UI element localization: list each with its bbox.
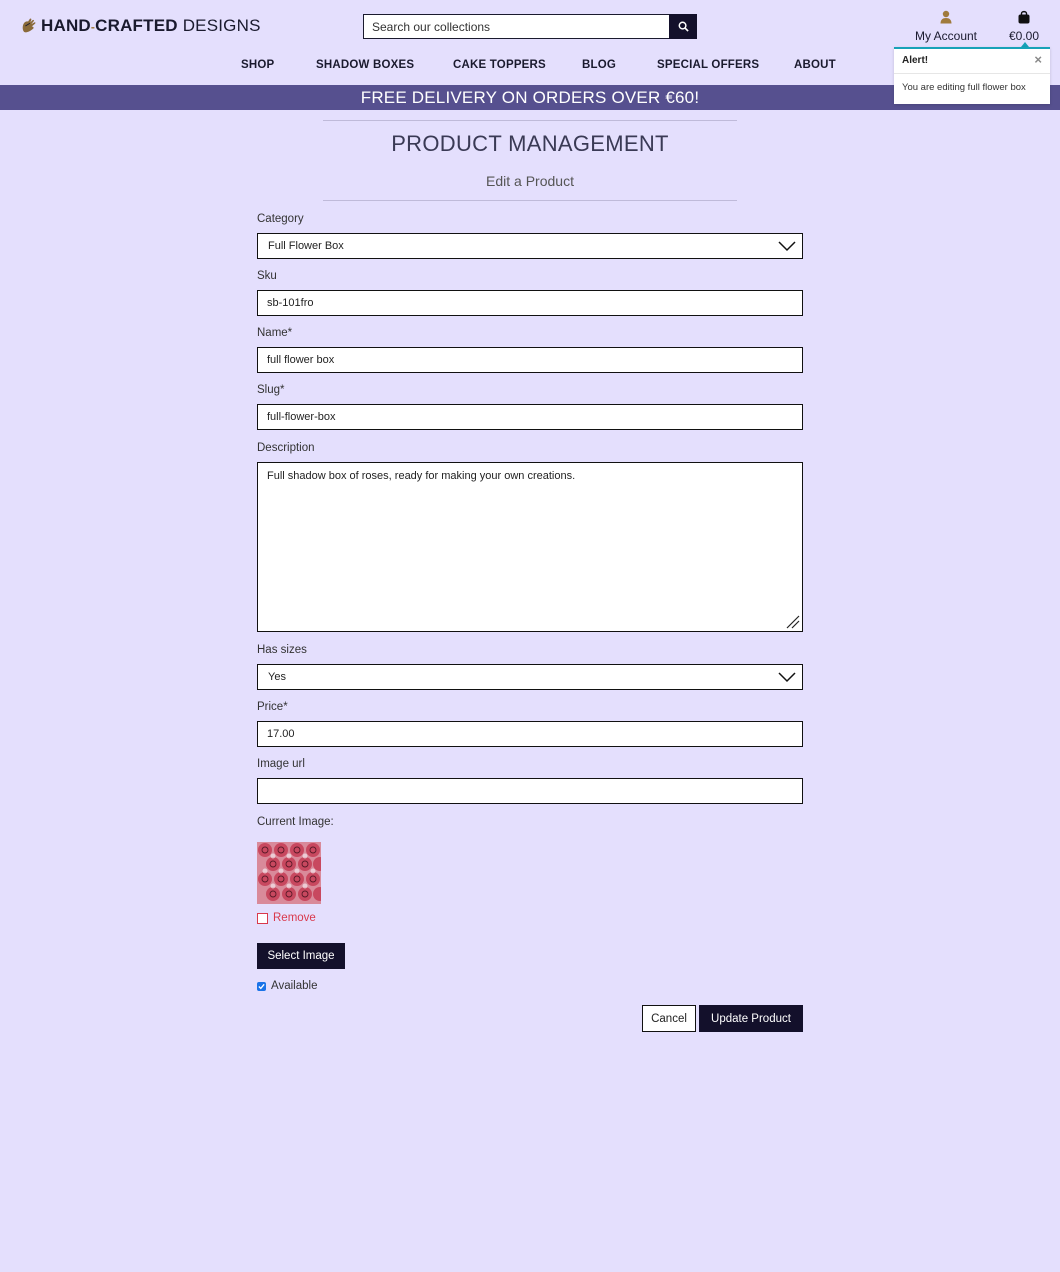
slug-input[interactable]: full-flower-box — [257, 404, 803, 430]
sku-label: Sku — [257, 270, 277, 282]
select-image-button[interactable]: Select Image — [257, 943, 345, 969]
search-button[interactable] — [669, 14, 697, 39]
category-value: Full Flower Box — [268, 240, 344, 252]
image-url-label: Image url — [257, 758, 305, 770]
shopping-bag-icon — [1018, 10, 1030, 24]
hand-logo-icon — [22, 18, 36, 33]
page-title: PRODUCT MANAGEMENT — [391, 131, 669, 156]
remove-label: Remove — [273, 912, 316, 924]
price-input[interactable]: 17.00 — [257, 721, 803, 747]
nav-cake-toppers[interactable]: CAKE TOPPERS — [453, 59, 546, 71]
close-icon[interactable]: × — [1034, 52, 1042, 67]
cart-link[interactable]: €0.00 — [1004, 10, 1044, 45]
checkmark-icon — [258, 983, 265, 989]
nav-about[interactable]: ABOUT — [794, 59, 836, 71]
current-image-label: Current Image: — [257, 816, 334, 828]
available-checkbox[interactable]: Available — [257, 980, 317, 992]
cart-total: €0.00 — [1008, 29, 1040, 43]
toast-header: Alert! × — [894, 49, 1050, 74]
available-checkbox-box[interactable] — [257, 981, 266, 991]
sku-input[interactable]: sb-101fro — [257, 290, 803, 316]
chevron-down-icon — [778, 672, 796, 683]
search-icon — [678, 21, 689, 32]
toast-title: Alert! — [902, 55, 929, 66]
has-sizes-label: Has sizes — [257, 644, 307, 656]
chevron-down-icon — [778, 241, 796, 252]
update-product-button[interactable]: Update Product — [699, 1005, 803, 1032]
brand-part-3: DESIGNS — [182, 16, 261, 35]
price-label: Price* — [257, 701, 288, 713]
has-sizes-select[interactable]: Yes — [257, 664, 803, 690]
nav-shop[interactable]: SHOP — [241, 59, 274, 71]
description-label: Description — [257, 442, 315, 454]
brand-part-1: HAND — [41, 16, 91, 35]
brand-part-2: CRAFTED — [95, 16, 178, 35]
category-select[interactable]: Full Flower Box — [257, 233, 803, 259]
image-url-input[interactable] — [257, 778, 803, 804]
has-sizes-value: Yes — [268, 671, 286, 683]
available-label: Available — [271, 980, 318, 992]
toast-message: You are editing full flower box — [902, 82, 1026, 93]
alert-toast: Alert! × You are editing full flower box — [894, 47, 1050, 104]
page-subtitle: Edit a Product — [486, 173, 574, 189]
current-image-thumbnail[interactable] — [257, 842, 321, 904]
search-bar — [363, 14, 697, 39]
description-value: Full shadow box of roses, ready for maki… — [267, 470, 576, 482]
description-textarea[interactable]: Full shadow box of roses, ready for maki… — [257, 462, 803, 632]
name-label: Name* — [257, 327, 293, 339]
nav-special-offers[interactable]: SPECIAL OFFERS — [657, 59, 759, 71]
cancel-button[interactable]: Cancel — [642, 1005, 696, 1032]
nav-blog[interactable]: BLOG — [582, 59, 616, 71]
user-icon — [940, 10, 952, 24]
my-account-label: My Account — [914, 29, 978, 43]
name-input[interactable]: full flower box — [257, 347, 803, 373]
my-account-link[interactable]: My Account — [906, 10, 986, 45]
brand-logo[interactable]: HAND-CRAFTED DESIGNS — [20, 16, 261, 36]
slug-label: Slug* — [257, 384, 285, 396]
search-input[interactable] — [363, 14, 669, 39]
remove-image-checkbox[interactable]: Remove — [257, 912, 316, 924]
category-label: Category — [257, 213, 304, 225]
divider-top — [323, 120, 737, 121]
nav-shadow-boxes[interactable]: SHADOW BOXES — [316, 59, 414, 71]
remove-checkbox-box[interactable] — [257, 912, 268, 924]
divider-bottom — [323, 200, 737, 201]
resize-grip-icon[interactable] — [786, 615, 800, 629]
